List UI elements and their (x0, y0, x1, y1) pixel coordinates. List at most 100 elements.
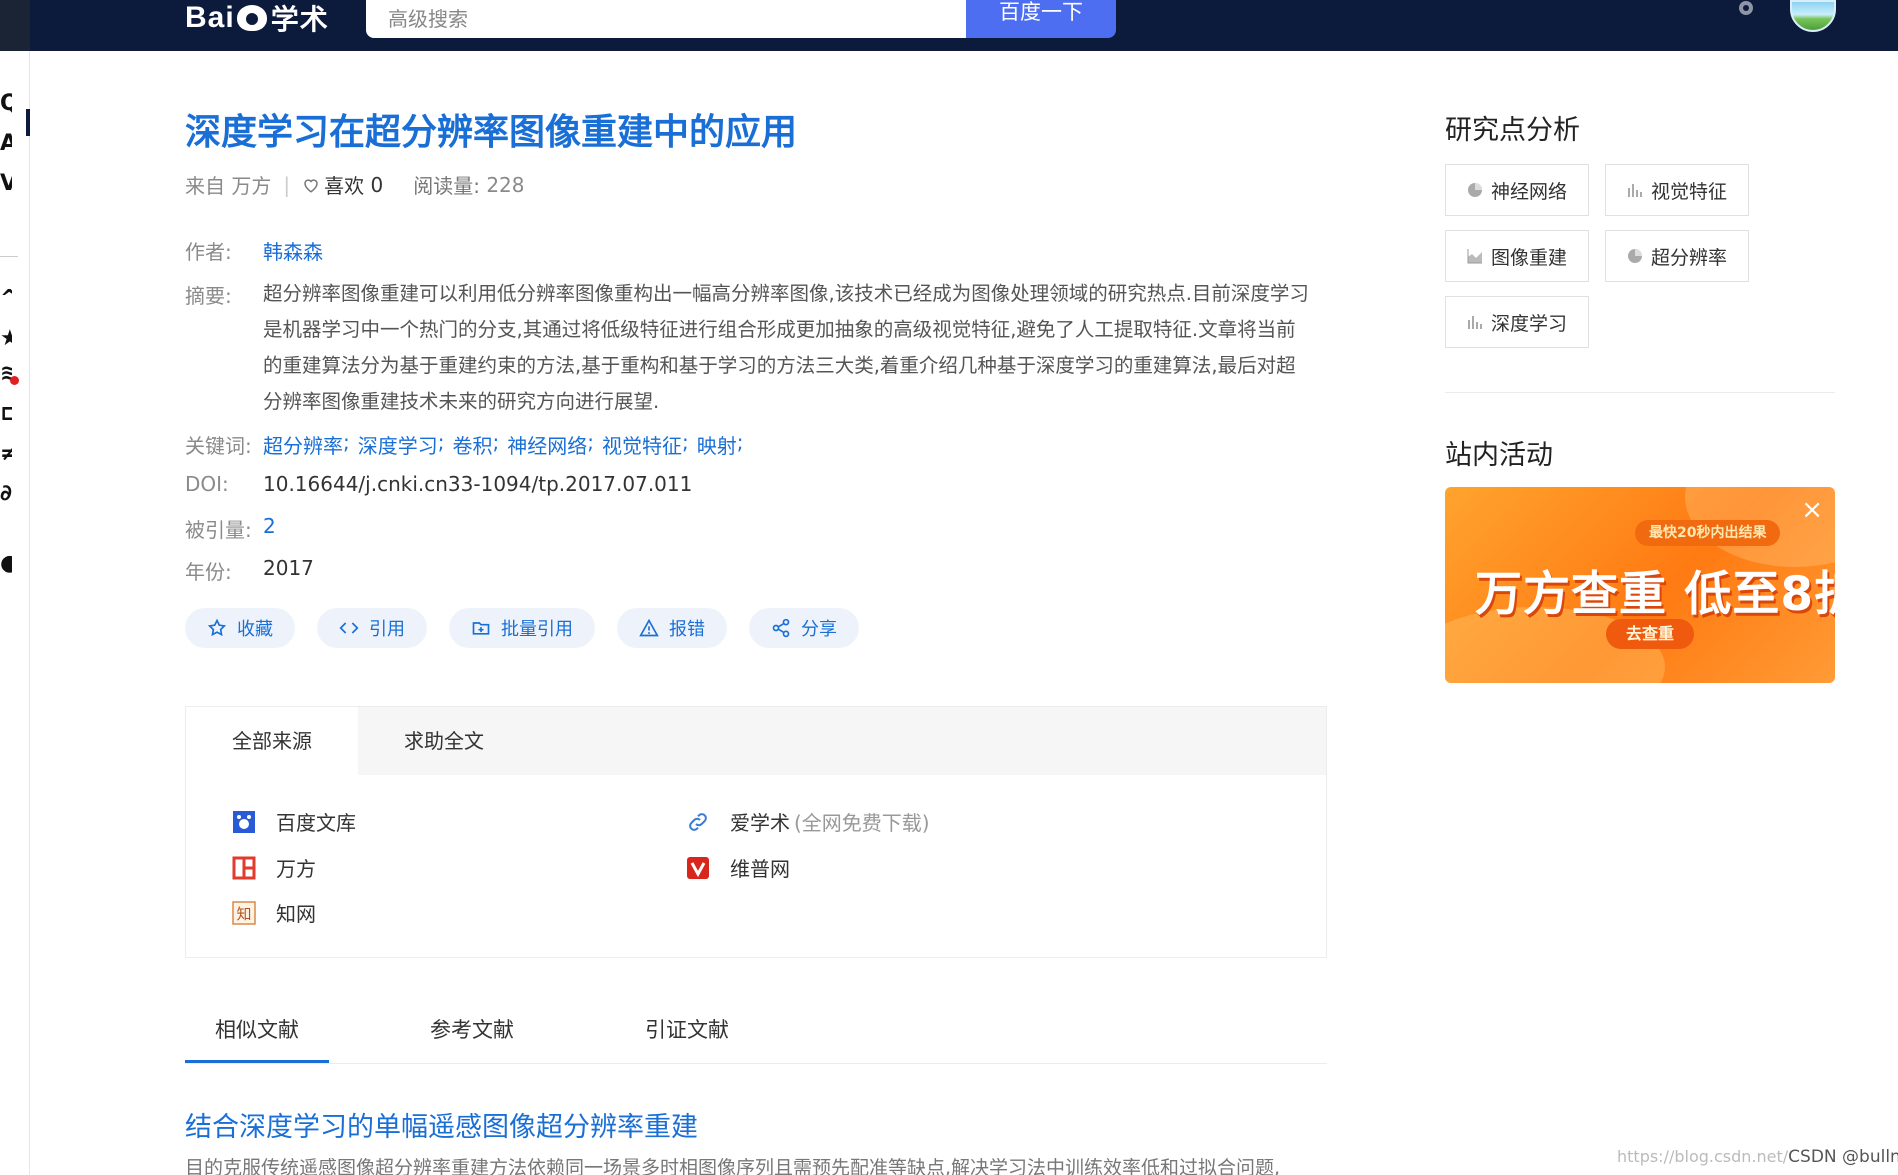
read-label: 阅读量: (413, 174, 480, 198)
avatar[interactable] (1790, 0, 1836, 32)
rail-glyph-4[interactable]: ≠ (0, 441, 12, 466)
like-count: 0 (370, 172, 384, 197)
author-row: 作者: 韩森森 (185, 236, 323, 265)
close-icon[interactable]: × (1801, 495, 1823, 525)
bar-icon (1627, 184, 1642, 197)
source-wanfang[interactable]: 万方 (232, 853, 316, 882)
bar-icon (1467, 316, 1482, 329)
like-label[interactable]: 喜欢 (324, 170, 364, 199)
watermark-url: https://blog.csdn.net/ (1617, 1147, 1789, 1166)
keyword-separator: ; (682, 430, 689, 454)
source-name: 知网 (276, 902, 316, 926)
author-link[interactable]: 韩森森 (263, 236, 323, 265)
watermark: https://blog.csdn.net/CSDN @bullnfresh (1617, 1147, 1898, 1167)
folder-plus-icon (472, 622, 490, 635)
source-baidu-wenku[interactable]: 百度文库 (232, 807, 356, 836)
chip-super-resolution[interactable]: 超分辨率 (1605, 230, 1749, 282)
rail-glyph-1[interactable]: ^ (0, 286, 12, 311)
keyword-separator: ; (343, 430, 350, 454)
search-input[interactable] (366, 0, 966, 38)
tab-request-fulltext[interactable]: 求助全文 (358, 707, 530, 775)
cited-row: 被引量: 2 (185, 514, 276, 543)
source-name: 万方 (276, 857, 316, 881)
cite-label: 引用 (369, 619, 405, 640)
tab-all-sources[interactable]: 全部来源 (186, 707, 358, 775)
year-value: 2017 (263, 556, 314, 580)
source-name: 万方 (231, 174, 272, 198)
baidu-wenku-icon (233, 810, 255, 833)
wanfang-icon (232, 856, 256, 879)
sources-panel: 全部来源 求助全文 百度文库 万方 知 知网 爱学术 (全网免费下载) 维普网 (185, 706, 1327, 958)
abstract-row: 摘要: (185, 280, 263, 309)
chip-neural-network[interactable]: 神经网络 (1445, 164, 1589, 216)
report-error-button[interactable]: 报错 (617, 608, 727, 648)
user-icon[interactable]: ● (0, 551, 12, 576)
keyword-separator: ; (492, 430, 500, 454)
chip-visual-feature[interactable]: 视觉特征 (1605, 164, 1749, 216)
chip-label: 深度学习 (1490, 312, 1567, 335)
vip-icon (687, 856, 709, 879)
pie-icon (1467, 183, 1482, 197)
gear-icon[interactable] (1734, 0, 1758, 24)
cite-button[interactable]: 引用 (317, 608, 427, 648)
batch-cite-button[interactable]: 批量引用 (449, 608, 595, 648)
tab-references[interactable]: 参考文献 (430, 1014, 514, 1044)
chip-label: 超分辨率 (1650, 246, 1727, 269)
rail-glyph-3[interactable]: ⊏ (0, 401, 12, 426)
keyword-link[interactable]: 深度学习 (358, 430, 438, 459)
promo-banner[interactable]: 最快20秒内出结果 万方查重 低至8折 去查重 × (1445, 487, 1835, 683)
banner-pill: 最快20秒内出结果 (1635, 520, 1781, 546)
tab-similar[interactable]: 相似文献 (185, 1014, 329, 1063)
logo-cn-text: 学术 (270, 3, 329, 36)
article-meta: 来自 万方 | 喜欢 0 阅读量: 228 (185, 170, 525, 199)
chip-image-reconstruction[interactable]: 图像重建 (1445, 230, 1589, 282)
rail-glyph-v[interactable]: V (0, 171, 12, 196)
meta-separator: | (283, 172, 291, 197)
year-row: 年份: 2017 (185, 556, 314, 585)
source-aixueshu[interactable]: 爱学术 (全网免费下载) (686, 807, 930, 836)
year-label: 年份: (185, 560, 232, 584)
link-icon (689, 812, 707, 831)
keyword-link[interactable]: 卷积 (453, 430, 493, 459)
source-name: 维普网 (730, 857, 790, 881)
rail-glyph-a[interactable]: A (0, 131, 12, 156)
sidebar-divider (1445, 392, 1835, 393)
article-title[interactable]: 深度学习在超分辨率图像重建中的应用 (185, 103, 797, 155)
banner-check-button[interactable]: 去查重 (1606, 619, 1694, 649)
search-icon[interactable]: Q (0, 91, 12, 116)
related-tabs: 相似文献 参考文献 引证文献 (185, 1014, 1327, 1064)
favorite-button[interactable]: 收藏 (185, 608, 295, 648)
action-bar: 收藏 引用 批量引用 报错 分享 (185, 608, 859, 648)
keywords-list: 超分辨率; 深度学习; 卷积; 神经网络; 视觉特征; 映射; (263, 430, 752, 459)
cited-count-link[interactable]: 2 (263, 514, 276, 543)
keywords-row: 关键词: 超分辨率; 深度学习; 卷积; 神经网络; 视觉特征; 映射; (185, 430, 752, 459)
favorite-label: 收藏 (237, 619, 273, 640)
related-article-title[interactable]: 结合深度学习的单幅遥感图像超分辨率重建 (185, 1105, 698, 1144)
keyword-link[interactable]: 映射 (697, 430, 737, 459)
rail-glyph-5[interactable]: ∂ (0, 481, 12, 506)
batch-cite-label: 批量引用 (501, 619, 573, 640)
tab-citations[interactable]: 引证文献 (645, 1014, 729, 1044)
share-button[interactable]: 分享 (749, 608, 859, 648)
star-icon[interactable]: ★ (0, 326, 12, 351)
left-dark-strip (0, 0, 30, 51)
abstract-text: 超分辨率图像重建可以利用低分辨率图像重构出一幅高分辨率图像,该技术已经成为图像处… (263, 282, 1309, 413)
activity-heading: 站内活动 (1445, 440, 1553, 471)
chip-deep-learning[interactable]: 深度学习 (1445, 296, 1589, 348)
baidu-xueshu-logo[interactable]: Bai 学术 (185, 0, 329, 36)
sources-tabs: 全部来源 求助全文 (186, 707, 1326, 775)
paw-icon (236, 5, 267, 31)
keyword-link[interactable]: 超分辨率 (263, 430, 343, 459)
search-button[interactable]: 百度一下 (966, 0, 1116, 38)
keyword-link[interactable]: 视觉特征 (602, 430, 682, 459)
source-cnki[interactable]: 知 知网 (232, 898, 316, 927)
source-prefix: 来自 (185, 174, 225, 198)
source-name: 百度文库 (276, 811, 356, 835)
keyword-link[interactable]: 神经网络 (507, 430, 587, 459)
source-vip[interactable]: 维普网 (686, 853, 790, 882)
heart-icon[interactable] (302, 176, 320, 194)
search-box (366, 0, 966, 38)
cited-label: 被引量: (185, 518, 252, 542)
keyword-separator: ; (736, 430, 744, 454)
author-label: 作者: (185, 240, 232, 264)
